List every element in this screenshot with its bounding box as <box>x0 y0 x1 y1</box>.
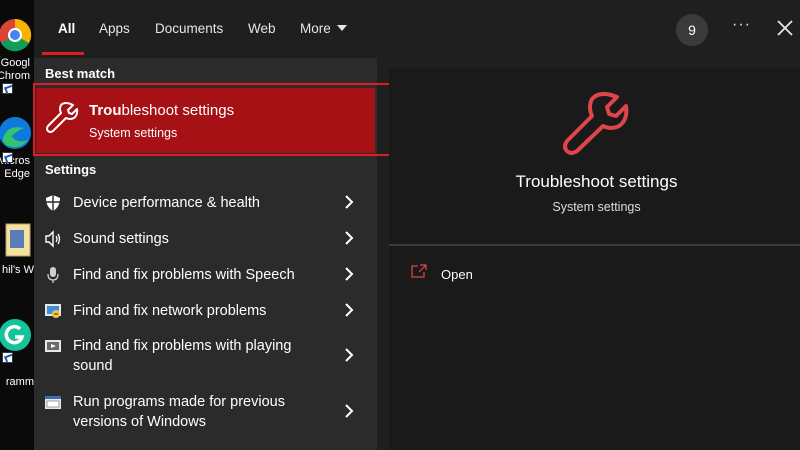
chrome-icon <box>0 18 32 52</box>
desktop-icon-label: Googl Chrom <box>0 57 30 82</box>
divider <box>389 244 800 246</box>
desktop-strip: Googl Chrom Micros Edge hil's W ramm <box>0 0 34 450</box>
rewards-badge[interactable]: 9 <box>676 14 708 46</box>
list-item-network-troubleshoot[interactable]: Find and fix network problems <box>34 300 377 332</box>
preview-title: Troubleshoot settings <box>515 172 678 191</box>
open-external-icon <box>411 264 427 278</box>
list-item-label-line1: Find and fix problems with playing <box>73 338 292 354</box>
list-item-label-line2: sound <box>73 358 113 374</box>
media-troubleshoot-icon <box>45 340 61 352</box>
network-troubleshoot-icon <box>45 304 61 318</box>
grammarly-icon <box>0 319 31 351</box>
wrench-icon <box>563 92 629 155</box>
shield-icon <box>46 195 60 211</box>
results-pane: Best match Troubleshoot settings System … <box>33 58 391 450</box>
document-file-icon <box>5 223 31 257</box>
caret-down-icon <box>336 25 347 31</box>
desktop-icon-edge[interactable]: Micros Edge <box>0 116 36 181</box>
chevron-right-icon <box>345 404 354 418</box>
chevron-right-icon <box>345 231 354 245</box>
chevron-right-icon <box>345 348 354 362</box>
tab-documents[interactable]: Documents <box>155 21 223 36</box>
edge-icon <box>0 117 31 149</box>
list-item-device-performance[interactable]: Device performance & health <box>34 192 377 224</box>
highlight-box <box>33 83 391 156</box>
preview-pane: Troubleshoot settings System settings Op… <box>389 68 800 450</box>
list-item-label-line1: Run programs made for previous <box>73 394 285 410</box>
search-window: All Apps Documents Web More 9 ··· Best m… <box>33 0 800 450</box>
desktop-icon-file[interactable]: hil's W <box>0 222 36 277</box>
desktop-icon-label: ramm <box>5 376 34 388</box>
shortcut-arrow-icon <box>2 352 13 363</box>
settings-heading: Settings <box>45 162 97 177</box>
list-item-label: Device performance & health <box>73 195 260 211</box>
shortcut-arrow-icon <box>2 83 13 94</box>
list-item-label: Find and fix problems with Speech <box>73 267 295 283</box>
chevron-right-icon <box>345 195 354 209</box>
tab-all[interactable]: All <box>58 21 75 36</box>
compatibility-icon <box>45 396 61 409</box>
close-icon[interactable] <box>774 17 796 39</box>
tab-more[interactable]: More <box>300 21 347 36</box>
tab-apps[interactable]: Apps <box>99 21 130 36</box>
tab-web[interactable]: Web <box>248 21 276 36</box>
desktop-icon-label: hil's W <box>1 264 34 276</box>
list-item-playing-sound-troubleshoot[interactable]: Find and fix problems with playing sound <box>34 336 377 384</box>
list-item-compatibility-troubleshoot[interactable]: Run programs made for previous versions … <box>34 392 377 440</box>
list-item-sound-settings[interactable]: Sound settings <box>34 228 377 260</box>
speaker-icon <box>45 230 61 248</box>
active-tab-indicator <box>42 52 84 55</box>
desktop-icon-chrome[interactable]: Googl Chrom <box>0 18 36 83</box>
chevron-right-icon <box>345 303 354 317</box>
preview-subtitle: System settings <box>552 200 641 214</box>
best-match-heading: Best match <box>45 66 116 81</box>
chevron-right-icon <box>345 267 354 281</box>
microphone-icon <box>47 267 59 283</box>
tab-more-label: More <box>300 21 331 36</box>
open-label: Open <box>441 267 473 282</box>
shortcut-arrow-icon <box>2 152 13 163</box>
search-tabs-bar: All Apps Documents Web More 9 ··· <box>34 0 800 58</box>
list-item-speech-troubleshoot[interactable]: Find and fix problems with Speech <box>34 264 377 296</box>
list-item-label-line2: versions of Windows <box>73 414 206 430</box>
list-item-label: Find and fix network problems <box>73 303 267 319</box>
more-options-button[interactable]: ··· <box>732 16 751 34</box>
list-item-label: Sound settings <box>73 231 169 247</box>
